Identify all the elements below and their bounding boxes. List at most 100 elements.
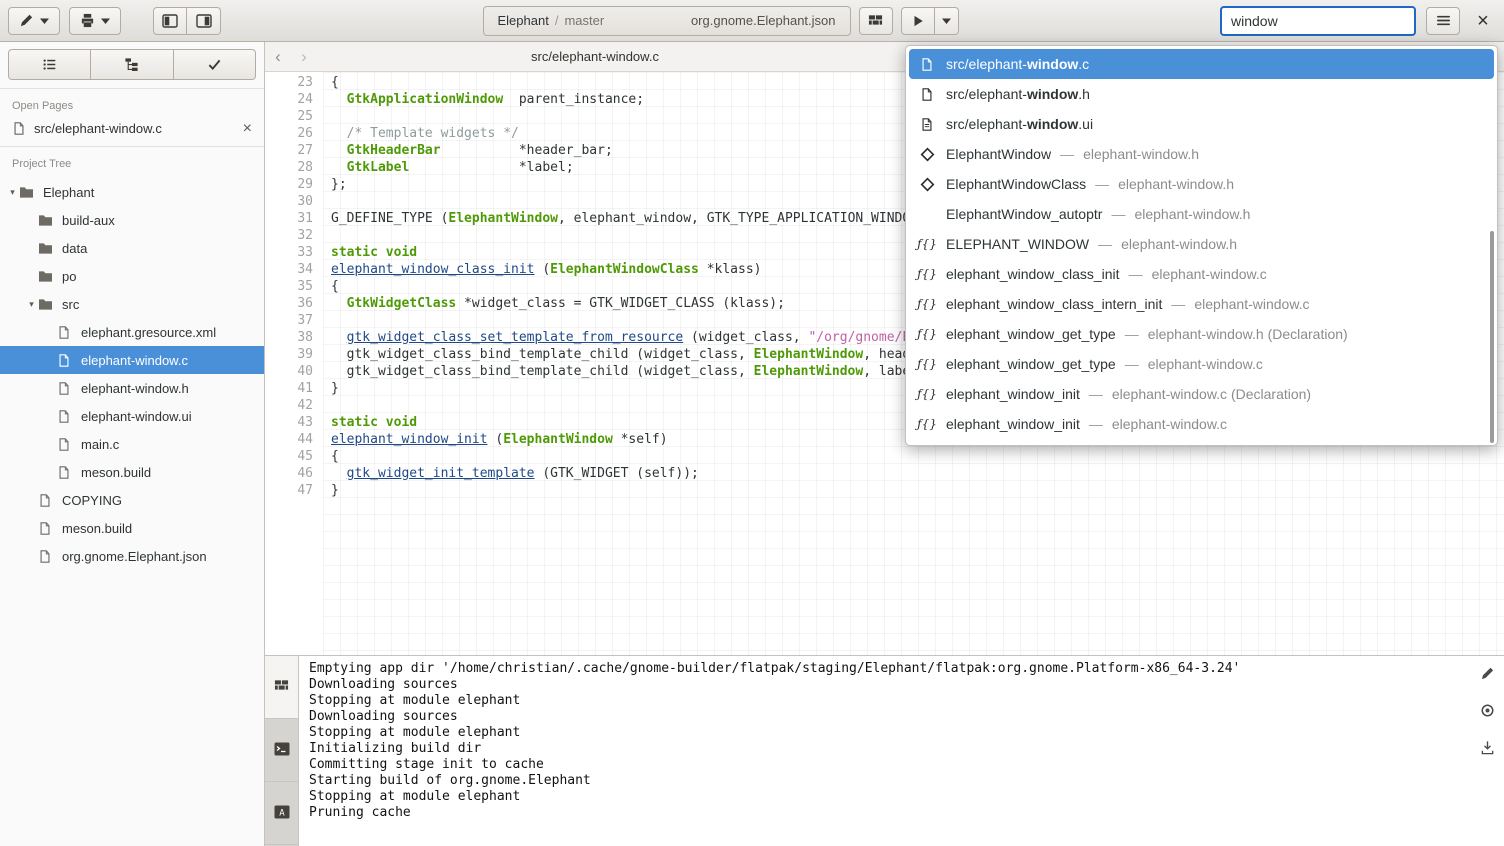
search-result[interactable]: src/elephant-window.h <box>909 79 1494 109</box>
result-name: src/elephant-window.c <box>946 56 1089 72</box>
document-icon <box>57 324 74 340</box>
tree-item-label: meson.build <box>62 521 132 536</box>
tree-item-src[interactable]: ▾src <box>0 290 264 318</box>
back-button[interactable]: ‹ <box>265 43 291 71</box>
popover-scrollbar[interactable] <box>1490 231 1494 443</box>
tree-item-label: org.gnome.Elephant.json <box>62 549 207 564</box>
line-number: 35 <box>265 278 313 295</box>
search-result[interactable]: src/elephant-window.c <box>909 49 1494 79</box>
open-page-item[interactable]: src/elephant-window.c× <box>0 117 264 142</box>
folder-icon <box>19 184 36 200</box>
open-pages-list: src/elephant-window.c× <box>0 117 264 142</box>
line-number: 46 <box>265 465 313 482</box>
document-icon <box>38 520 55 536</box>
search-input[interactable] <box>1220 6 1416 36</box>
tree-item-meson.build[interactable]: meson.build <box>0 458 264 486</box>
run-options-button[interactable] <box>935 7 959 35</box>
close-icon[interactable]: × <box>243 122 252 136</box>
panel-tab-build-output[interactable] <box>265 656 298 719</box>
project-tree: ▾Elephantbuild-auxdatapo▾src elephant.gre… <box>0 178 264 570</box>
toggle-left-panel-button[interactable] <box>153 7 187 35</box>
search-result[interactable]: ƒ{} <box>909 439 1494 446</box>
document-icon <box>918 56 936 73</box>
svg-text:A: A <box>279 808 285 818</box>
search-result[interactable]: ƒ{}elephant_window_init—elephant-window.… <box>909 379 1494 409</box>
tree-item-org.gnome.Elephant.json[interactable]: org.gnome.Elephant.json <box>0 542 264 570</box>
panel-tab-strip: A <box>265 656 299 846</box>
log-line: Pruning cache <box>309 805 1494 821</box>
tree-item-main.c[interactable]: main.c <box>0 430 264 458</box>
run-button[interactable] <box>901 7 935 35</box>
sidebar-tab-list[interactable] <box>8 49 91 80</box>
build-button[interactable] <box>859 7 893 35</box>
document-icon <box>918 86 936 103</box>
search-result[interactable]: ƒ{}elephant_window_get_type—elephant-win… <box>909 349 1494 379</box>
close-window-button[interactable]: × <box>1470 7 1496 35</box>
line-number: 47 <box>265 482 313 499</box>
search-result[interactable]: ƒ{}elephant_window_init—elephant-window.… <box>909 409 1494 439</box>
record-button[interactable] <box>1478 703 1496 721</box>
hamburger-icon <box>1436 14 1451 27</box>
tree-item-elephant-window.c[interactable]: elephant-window.c <box>0 346 264 374</box>
result-name: src/elephant-window.ui <box>946 116 1093 132</box>
search-results-list: src/elephant-window.c src/elephant-window… <box>909 49 1494 446</box>
line-number-gutter: 2324252627282930313233343536373839404142… <box>265 72 323 655</box>
log-line: Starting build of org.gnome.Elephant <box>309 773 1494 789</box>
sidebar-tab-checks[interactable] <box>174 49 256 80</box>
search-result[interactable]: src/elephant-window.ui <box>909 109 1494 139</box>
tree-item-po[interactable]: po <box>0 262 264 290</box>
tree-item-label: elephant-window.c <box>81 353 188 368</box>
search-result[interactable]: ƒ{}ELEPHANT_WINDOW—elephant-window.h <box>909 229 1494 259</box>
result-file: elephant-window.h <box>1121 236 1237 252</box>
line-number: 25 <box>265 108 313 125</box>
search-result[interactable]: ElephantWindow_autoptr—elephant-window.h <box>909 199 1494 229</box>
line-number: 23 <box>265 74 313 91</box>
bricks-icon <box>868 13 883 28</box>
line-number: 30 <box>265 193 313 210</box>
dash-separator: — <box>1111 206 1125 222</box>
search-result[interactable]: ƒ{}elephant_window_class_intern_init—ele… <box>909 289 1494 319</box>
toggle-right-panel-button[interactable] <box>187 7 221 35</box>
panel-tab-runtime-terminal[interactable]: A <box>265 782 298 845</box>
search-result[interactable]: ƒ{}elephant_window_get_type—elephant-win… <box>909 319 1494 349</box>
line-number: 41 <box>265 380 313 397</box>
tree-item-Elephant[interactable]: ▾Elephant <box>0 178 264 206</box>
pen-menu-button[interactable] <box>8 7 60 35</box>
tree-item-build-aux[interactable]: build-aux <box>0 206 264 234</box>
search-result[interactable]: ƒ{}elephant_window_class_init—elephant-w… <box>909 259 1494 289</box>
tree-item-data[interactable]: data <box>0 234 264 262</box>
tree-item-meson.build[interactable]: meson.build <box>0 514 264 542</box>
checkmark-icon <box>207 57 222 72</box>
tree-item-elephant-window.h[interactable]: elephant-window.h <box>0 374 264 402</box>
headerbar-center: Elephant/master org.gnome.Elephant.json <box>229 6 1212 36</box>
panel-left-icon <box>162 14 178 28</box>
menu-button[interactable] <box>1426 7 1460 35</box>
clear-log-button[interactable] <box>1478 666 1496 684</box>
document-text-icon <box>918 116 936 133</box>
panel-tab-terminal[interactable] <box>265 719 298 782</box>
search-result[interactable]: ElephantWindow—elephant-window.h <box>909 139 1494 169</box>
tree-item-COPYING[interactable]: COPYING <box>0 486 264 514</box>
dash-separator: — <box>1098 236 1112 252</box>
play-icon <box>911 14 925 28</box>
log-line: Stopping at module elephant <box>309 789 1494 805</box>
expander-icon[interactable]: ▾ <box>25 299 38 310</box>
folder-icon <box>38 212 55 228</box>
tree-item-elephant.gresource.xml[interactable]: elephant.gresource.xml <box>0 318 264 346</box>
log-line: Emptying app dir '/home/christian/.cache… <box>309 661 1494 677</box>
gnome-builder-window: Elephant/master org.gnome.Elephant.json <box>0 0 1504 846</box>
document-icon <box>57 408 74 424</box>
line-number: 31 <box>265 210 313 227</box>
line-number: 36 <box>265 295 313 312</box>
folder-icon <box>38 296 55 312</box>
device-menu-button[interactable] <box>69 7 121 35</box>
search-result[interactable]: ElephantWindowClass—elephant-window.h <box>909 169 1494 199</box>
result-file: elephant-window.h <box>1118 176 1234 192</box>
tree-item-elephant-window.ui[interactable]: elephant-window.ui <box>0 402 264 430</box>
tree-item-label: elephant.gresource.xml <box>81 325 216 340</box>
forward-button[interactable]: › <box>291 43 317 71</box>
sidebar-tab-tree[interactable] <box>91 49 173 80</box>
expander-icon[interactable]: ▾ <box>6 187 19 198</box>
save-log-button[interactable] <box>1478 740 1496 758</box>
omnibar[interactable]: Elephant/master org.gnome.Elephant.json <box>483 6 851 36</box>
